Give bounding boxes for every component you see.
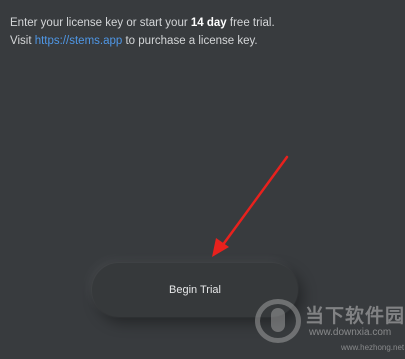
stems-app-link[interactable]: https://stems.app — [35, 35, 123, 47]
intro-line-2: Visit https://stems.app to purchase a li… — [10, 32, 395, 50]
watermark-logo-icon — [255, 299, 301, 343]
watermark: 当下软件园 www.downxia.com www.hezhong.net — [249, 297, 404, 357]
intro-line-1-prefix: Enter your license key or start your — [10, 17, 191, 29]
watermark-site-name: 当下软件园 — [305, 305, 405, 327]
trial-length: 14 day — [190, 17, 227, 29]
watermark-url: www.downxia.com — [309, 327, 392, 338]
intro-line-2-prefix: Visit — [10, 35, 35, 47]
arrow-shaft — [220, 155, 289, 248]
watermark-url-2: www.hezhong.net — [341, 343, 405, 352]
intro-line-1: Enter your license key or start your 14 … — [10, 14, 395, 32]
arrow-head — [212, 238, 229, 257]
intro-line-1-suffix: free trial. — [226, 17, 275, 29]
begin-trial-label: Begin Trial — [169, 284, 221, 296]
intro-text: Enter your license key or start your 14 … — [10, 14, 395, 50]
intro-line-2-suffix: to purchase a license key. — [122, 35, 258, 47]
